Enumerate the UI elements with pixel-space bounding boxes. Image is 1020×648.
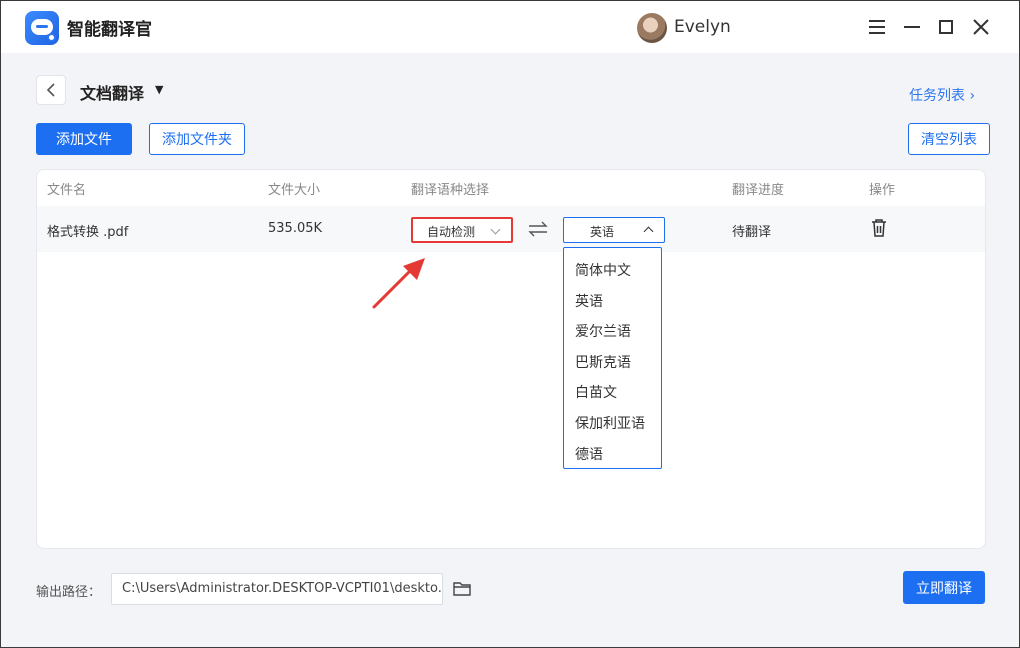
app-logo-icon — [25, 11, 59, 45]
source-language-value: 自动检测 — [427, 225, 476, 239]
dropdown-option[interactable]: 德语 — [575, 444, 603, 464]
output-path-label: 输出路径： — [36, 585, 102, 600]
menu-icon[interactable] — [865, 14, 891, 40]
trash-icon[interactable] — [870, 218, 888, 238]
page-title[interactable]: 文档翻译 — [80, 80, 144, 104]
close-icon[interactable] — [968, 14, 994, 40]
add-folder-button[interactable]: 添加文件夹 — [149, 123, 245, 155]
output-path-field[interactable]: C:\Users\Administrator.DESKTOP-VCPTI01\d… — [111, 573, 443, 605]
dropdown-option[interactable]: 爱尔兰语 — [575, 321, 631, 341]
col-progress: 翻译进度 — [732, 183, 785, 198]
main-content: 文档翻译 ▼ 任务列表 › 添加文件 添加文件夹 清空列表 文件名 文件大小 翻… — [1, 53, 1019, 647]
target-language-value: 英语 — [590, 225, 615, 239]
back-icon — [46, 83, 55, 97]
target-language-dropdown: 简体中文 英语 爱尔兰语 巴斯克语 白苗文 保加利亚语 德语 — [563, 247, 662, 469]
dropdown-option-selected[interactable]: 英语 — [575, 291, 603, 311]
file-size: 535.05K — [268, 221, 323, 236]
translation-status: 待翻译 — [732, 225, 772, 240]
title-bar: 智能翻译官 Evelyn — [1, 1, 1019, 53]
app-title: 智能翻译官 — [67, 20, 152, 40]
username[interactable]: Evelyn — [674, 17, 731, 37]
add-file-button[interactable]: 添加文件 — [36, 123, 132, 155]
chevron-up-icon — [643, 226, 654, 237]
col-language: 翻译语种选择 — [411, 183, 490, 198]
caret-down-icon[interactable]: ▼ — [155, 83, 163, 96]
table-header: 文件名 文件大小 翻译语种选择 翻译进度 操作 — [37, 170, 985, 206]
folder-icon[interactable] — [453, 581, 471, 597]
avatar[interactable] — [637, 13, 667, 43]
dropdown-option[interactable]: 简体中文 — [575, 260, 631, 280]
app-window: 智能翻译官 Evelyn 文档翻译 ▼ 任务列表 › 添加文件 添加文件夹 清空… — [0, 0, 1020, 648]
arrow-annotation — [372, 258, 425, 309]
col-size: 文件大小 — [268, 183, 321, 198]
task-list-link[interactable]: 任务列表 › — [909, 85, 975, 105]
chevron-down-icon — [490, 224, 501, 235]
maximize-icon[interactable] — [933, 14, 959, 40]
dropdown-option[interactable]: 保加利亚语 — [575, 413, 645, 433]
dropdown-option[interactable]: 巴斯克语 — [575, 352, 631, 372]
translate-now-button[interactable]: 立即翻译 — [903, 571, 985, 604]
col-filename: 文件名 — [47, 183, 87, 198]
col-action: 操作 — [869, 183, 896, 198]
target-language-select[interactable]: 英语 — [563, 217, 665, 243]
swap-icon[interactable] — [528, 221, 548, 237]
file-name: 格式转换 .pdf — [47, 225, 129, 240]
file-table: 文件名 文件大小 翻译语种选择 翻译进度 操作 格式转换 .pdf 535.05… — [36, 169, 986, 549]
dropdown-option[interactable]: 白苗文 — [575, 382, 617, 402]
minimize-icon[interactable] — [899, 14, 925, 40]
back-button[interactable] — [36, 75, 66, 105]
source-language-select[interactable]: 自动检测 — [411, 217, 513, 243]
clear-list-button[interactable]: 清空列表 — [908, 123, 990, 155]
table-row: 格式转换 .pdf 535.05K 自动检测 英语 待翻译 — [37, 206, 985, 252]
